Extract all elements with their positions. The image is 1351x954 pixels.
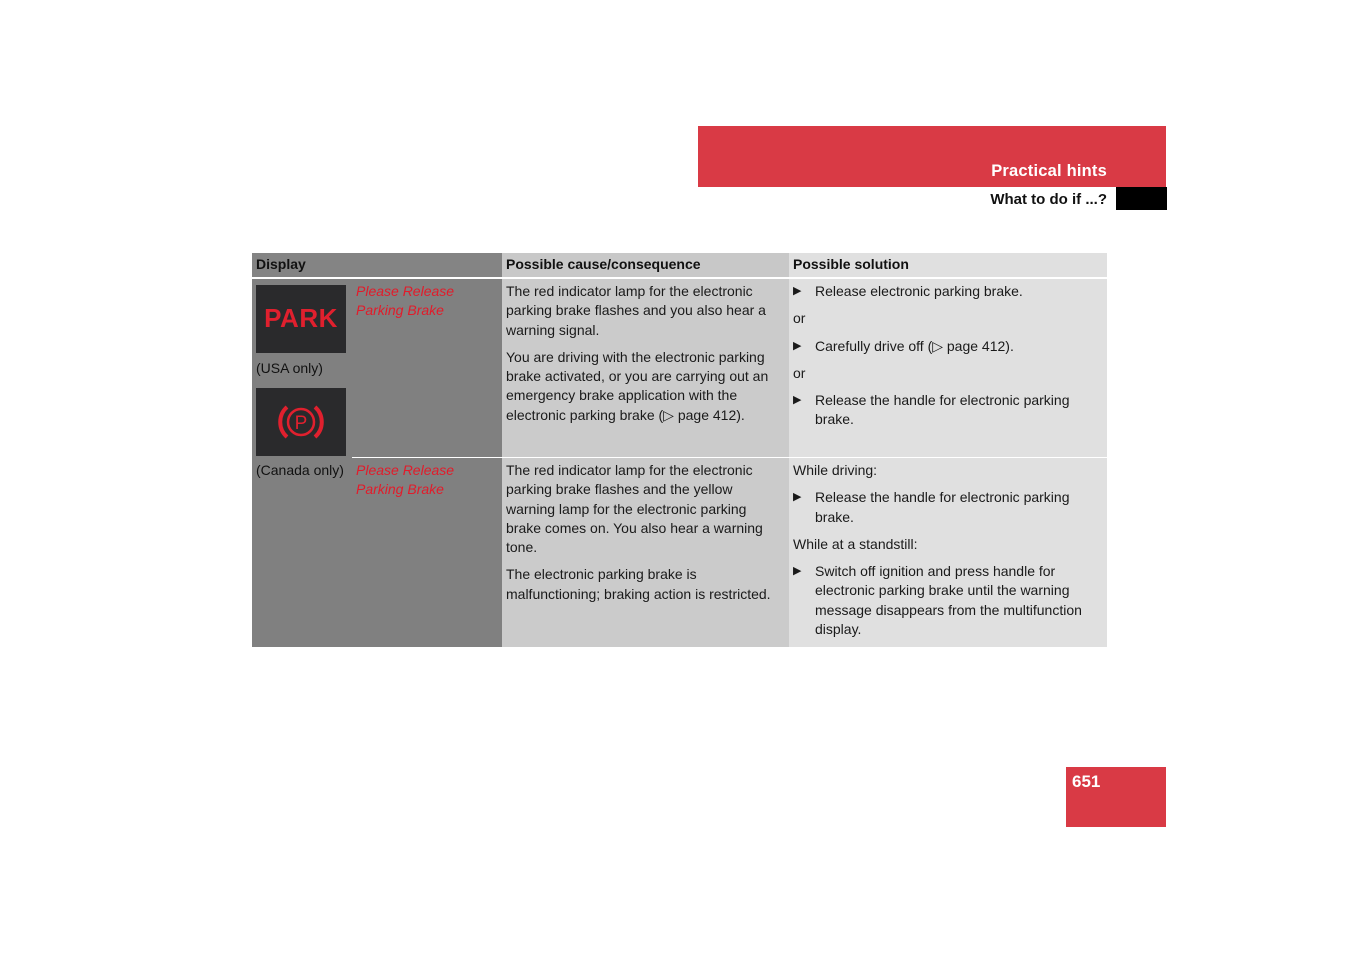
solution-step: ▶ Release the handle for electronic parki… <box>793 391 1103 430</box>
display-message: Please Release Parking Brake <box>356 461 455 497</box>
parking-brake-p-icon: P <box>256 388 346 456</box>
column-header-solution: Possible solution <box>789 253 1107 279</box>
cause-cell: The red indicator lamp for the electroni… <box>502 278 789 458</box>
subsection-header: What to do if ...? <box>698 187 1116 210</box>
bullet-arrow-icon: ▶ <box>793 565 802 578</box>
bullet-arrow-icon: ▶ <box>793 285 802 297</box>
solution-step: ▶ Switch off ignition and press handle fo… <box>793 562 1103 639</box>
region-label: (Canada only) <box>256 461 344 478</box>
solution-step: ▶ Carefully drive off (▷ page 412). <box>793 337 1103 356</box>
cause-paragraph: You are driving with the electronic park… <box>506 348 769 423</box>
table-row: PARK Please Release Parking Brake (USA o… <box>252 278 1107 458</box>
region-label: (USA only) <box>256 360 323 376</box>
troubleshooting-table: Display Possible cause/consequence Possi… <box>252 253 1107 648</box>
solution-condition: While driving: <box>793 462 878 478</box>
park-warning-icon: PARK <box>256 285 346 353</box>
table-row: (Canada only) Please Release Parking Bra… <box>252 456 1107 648</box>
cause-paragraph: The electronic parking brake is malfunct… <box>506 566 771 602</box>
column-header-cause: Possible cause/consequence <box>502 253 789 279</box>
subsection-title: What to do if ...? <box>990 191 1107 208</box>
bullet-arrow-icon: ▶ <box>793 339 802 352</box>
page-number: 651 <box>1072 772 1101 791</box>
solution-cell: While driving: ▶ Release the handle for e… <box>789 457 1107 648</box>
section-tab-marker <box>1116 187 1167 210</box>
cause-cell: The red indicator lamp for the electroni… <box>502 457 789 648</box>
solution-condition: While at a standstill: <box>793 535 918 552</box>
solution-cell: ▶ Release electronic parking brake. or ▶ C… <box>789 278 1107 458</box>
section-title: Practical hints <box>991 162 1107 180</box>
display-message: Please Release Parking Brake <box>356 283 455 319</box>
page-number-box: 651 <box>1066 767 1166 827</box>
cause-paragraph: The red indicator lamp for the electroni… <box>506 462 763 556</box>
display-cell: PARK Please Release Parking Brake (USA o… <box>252 278 502 458</box>
solution-connector: or <box>793 364 806 381</box>
solution-step: ▶ Release electronic parking brake. <box>793 282 1103 301</box>
table-header-row: Display Possible cause/consequence Possi… <box>252 253 1107 279</box>
solution-step: ▶ Release the handle for electronic parki… <box>793 488 1103 527</box>
bullet-arrow-icon: ▶ <box>793 491 802 504</box>
row-divider <box>352 456 502 458</box>
cause-paragraph: The red indicator lamp for the electroni… <box>506 283 766 338</box>
column-header-display: Display <box>252 253 502 279</box>
solution-connector: or <box>793 310 806 327</box>
section-header-band: Practical hints <box>698 126 1166 187</box>
bullet-arrow-icon: ▶ <box>793 394 802 407</box>
svg-text:P: P <box>295 413 308 434</box>
display-cell: (Canada only) Please Release Parking Bra… <box>252 456 502 648</box>
